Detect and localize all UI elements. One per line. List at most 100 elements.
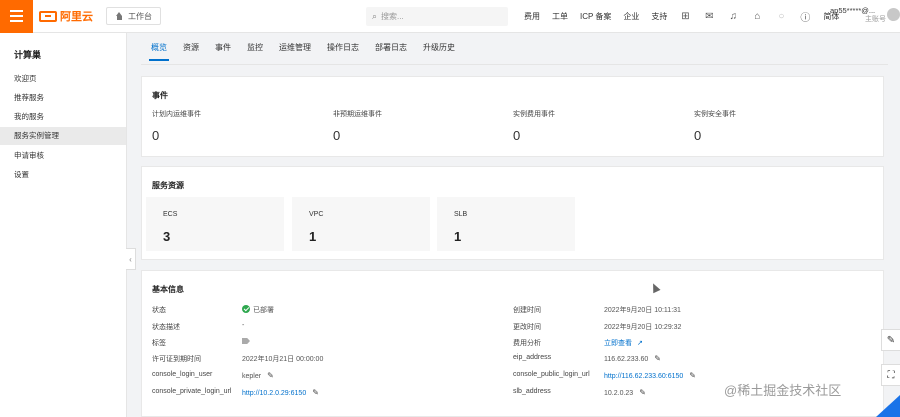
watermark: @稀土掘金技术社区 (724, 383, 842, 398)
private-login-url-link[interactable]: http://10.2.0.29:6150 (242, 390, 306, 397)
tab-resources[interactable]: 资源 (183, 42, 199, 59)
external-link-icon: ↗ (637, 340, 643, 347)
tab-monitoring[interactable]: 监控 (247, 42, 263, 59)
eip-address-text: 116.62.233.60 (604, 356, 649, 363)
sidebar-collapse-button[interactable]: ‹ (126, 248, 136, 270)
nav-link-ticket[interactable]: 工单 (552, 11, 568, 22)
expand-icon: ⛶ (887, 369, 895, 381)
created-value: 2022年9月20日 10:11:31 (604, 307, 681, 314)
search-input[interactable] (381, 12, 492, 21)
console-login-user-value: kepler ✎ (242, 371, 274, 380)
resource-vpc[interactable]: VPC 1 (292, 197, 430, 251)
eip-address-value: 116.62.233.60 ✎ (604, 354, 661, 363)
sidebar-title: 计算巢 (14, 50, 42, 60)
info-label-slb-address: slb_address (513, 388, 551, 395)
status-badge: 已部署 (242, 305, 274, 315)
tags-value[interactable] (242, 338, 250, 346)
info-label-public-login-url: console_public_login_url (513, 371, 590, 378)
tab-ops[interactable]: 运维管理 (279, 42, 311, 59)
fullscreen-button[interactable]: ⛶ (881, 364, 900, 386)
lightbulb-icon[interactable]: ○ (775, 11, 787, 22)
workbench-button[interactable]: 工作台 (106, 7, 161, 25)
nav-link-icp[interactable]: ICP 备案 (580, 11, 611, 22)
edit-icon[interactable]: ✎ (639, 388, 646, 397)
events-card: 事件 计划内运维事件 0 非预期运维事件 0 实例费用事件 0 实例安全事件 0 (141, 76, 884, 157)
resource-label: VPC (309, 211, 324, 218)
slb-address-text: 10.2.0.23 (604, 390, 634, 397)
tab-events[interactable]: 事件 (215, 42, 231, 59)
tab-overview[interactable]: 概览 (149, 42, 169, 61)
public-login-url-value: http://116.62.233.60:6150 ✎ (604, 371, 696, 380)
tab-deploy-log[interactable]: 部署日志 (375, 42, 407, 59)
console-icon[interactable]: ⊞ (679, 11, 691, 22)
event-security: 实例安全事件 0 (694, 109, 736, 143)
edit-icon[interactable]: ✎ (267, 371, 274, 380)
basic-info-title: 基本信息 (152, 285, 184, 294)
resources-title: 服务资源 (152, 181, 184, 190)
tab-divider (141, 64, 888, 65)
modified-value: 2022年9月20日 10:29:32 (604, 324, 682, 331)
event-value: 0 (694, 128, 702, 143)
search-box[interactable]: ⌕ (366, 7, 508, 26)
feedback-edit-button[interactable]: ✎ (881, 329, 900, 351)
event-planned: 计划内运维事件 0 (152, 109, 201, 143)
resource-label: SLB (454, 211, 468, 218)
license-expiry-value: 2022年10月21日 00:00:00 (242, 356, 324, 363)
event-value: 0 (513, 128, 521, 143)
info-label-console-login-user: console_login_user (152, 371, 213, 378)
sidebar-item-settings[interactable]: 设置 (0, 166, 126, 184)
info-label-private-login-url: console_private_login_url (152, 388, 232, 395)
cost-analysis-link[interactable]: 立即查看 ↗ (604, 338, 643, 348)
edit-icon[interactable]: ✎ (654, 354, 661, 363)
event-label: 非预期运维事件 (333, 111, 382, 118)
info-label-status: 状态 (152, 307, 166, 314)
event-label: 计划内运维事件 (152, 111, 201, 118)
user-account-type: 主账号 (865, 16, 886, 23)
avatar[interactable] (887, 8, 900, 21)
pencil-icon: ✎ (886, 334, 896, 346)
menu-icon[interactable] (0, 0, 33, 33)
message-icon[interactable]: ✉ (703, 11, 715, 22)
workbench-label: 工作台 (128, 11, 152, 21)
edit-icon[interactable]: ✎ (312, 388, 319, 397)
cost-analysis-text: 立即查看 (604, 340, 632, 347)
sidebar-item-instances[interactable]: 服务实例管理 (0, 127, 126, 145)
slb-address-value: 10.2.0.23 ✎ (604, 388, 646, 397)
info-label-tags: 标签 (152, 340, 166, 347)
resource-ecs[interactable]: ECS 3 (146, 197, 284, 251)
user-menu[interactable]: ap55*****@... 主账号 (830, 6, 886, 24)
resources-card: 服务资源 ECS 3 VPC 1 SLB 1 (141, 166, 884, 260)
public-login-url-link[interactable]: http://116.62.233.60:6150 (604, 373, 683, 380)
cart-icon[interactable]: ⌂ (751, 11, 763, 22)
aliyun-logo-icon (39, 10, 57, 22)
search-icon: ⌕ (372, 11, 378, 21)
tab-operation-log[interactable]: 操作日志 (327, 42, 359, 59)
event-value: 0 (152, 128, 160, 143)
sidebar-item-recommended[interactable]: 推荐服务 (0, 89, 126, 107)
nav-link-enterprise[interactable]: 企业 (623, 11, 639, 22)
home-icon (115, 12, 124, 20)
info-label-eip-address: eip_address (513, 354, 552, 361)
help-icon[interactable]: ⓘ (799, 9, 811, 24)
nav-link-billing[interactable]: 费用 (524, 11, 540, 22)
tag-icon[interactable] (242, 338, 250, 344)
sidebar-item-welcome[interactable]: 欢迎页 (0, 70, 126, 88)
resource-slb[interactable]: SLB 1 (437, 197, 575, 251)
tab-bar: 概览 资源 事件 监控 运维管理 操作日志 部署日志 升级历史 (141, 42, 455, 61)
info-label-status-desc: 状态描述 (152, 324, 180, 331)
chevron-left-icon: ‹ (129, 254, 132, 264)
tab-upgrade-history[interactable]: 升级历史 (423, 42, 455, 59)
bell-icon[interactable]: ♫ (727, 11, 739, 22)
status-value: 已部署 (253, 307, 274, 314)
edit-icon[interactable]: ✎ (689, 371, 696, 380)
nav-link-support[interactable]: 支持 (651, 11, 667, 22)
info-label-cost-analysis: 费用分析 (513, 340, 541, 347)
private-login-url-value: http://10.2.0.29:6150 ✎ (242, 388, 319, 397)
sidebar: 计算巢 欢迎页 推荐服务 我的服务 服务实例管理 申请审核 设置 (0, 33, 127, 417)
event-cost: 实例费用事件 0 (513, 109, 555, 143)
console-login-user-text: kepler (242, 373, 262, 380)
sidebar-item-my-services[interactable]: 我的服务 (0, 108, 126, 126)
resource-label: ECS (163, 211, 178, 218)
sidebar-item-review[interactable]: 申请审核 (0, 147, 126, 165)
aliyun-logo[interactable]: 阿里云 (39, 8, 93, 24)
